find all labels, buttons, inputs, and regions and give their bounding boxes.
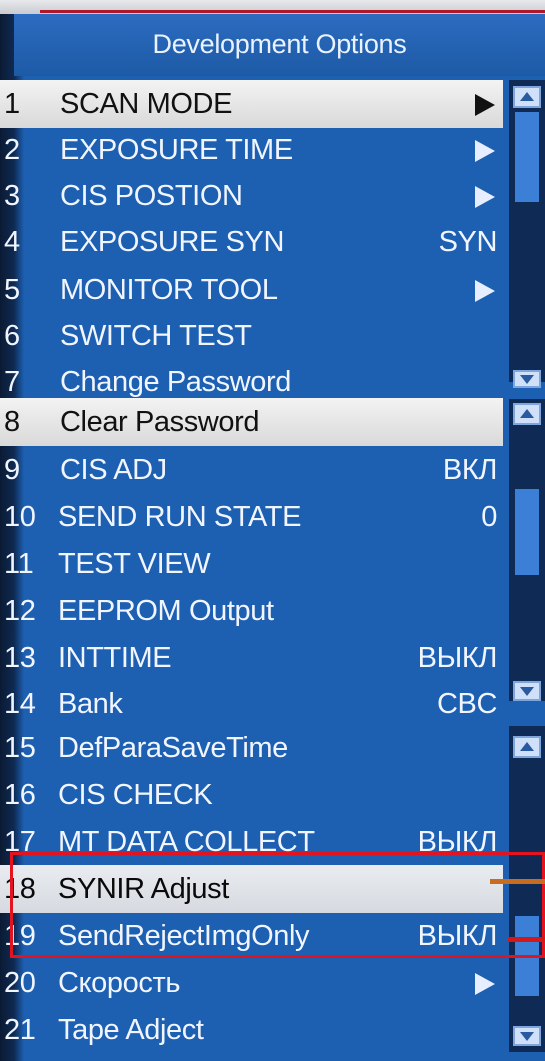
menu-item-label: SWITCH TEST: [60, 320, 252, 352]
menu-item-6[interactable]: 6 SWITCH TEST: [0, 312, 503, 360]
menu-item-label: Clear Password: [60, 406, 260, 438]
scroll-down-button[interactable]: [513, 370, 541, 388]
menu-item-number: 8: [4, 406, 20, 438]
menu-item-18[interactable]: 18 SYNIR Adjust: [0, 865, 503, 913]
menu-item-number: 11: [4, 548, 34, 580]
menu-item-label: TEST VIEW: [58, 548, 211, 580]
scroll-down-button[interactable]: [513, 681, 541, 701]
menu-item-label: INTTIME: [58, 642, 172, 674]
menu-item-number: 19: [4, 920, 36, 952]
menu-item-number: 2: [4, 134, 20, 166]
scroll-up-button[interactable]: [513, 736, 541, 758]
arrow-down-icon: [520, 687, 534, 696]
arrow-up-icon: [520, 742, 534, 751]
arrow-down-icon: [520, 375, 534, 384]
menu-item-15[interactable]: 15 DefParaSaveTime: [0, 724, 503, 772]
menu-item-number: 12: [4, 595, 36, 627]
menu-item-number: 3: [4, 180, 20, 212]
menu-item-label: MONITOR TOOL: [60, 274, 278, 306]
menu-item-number: 15: [4, 732, 36, 764]
menu-item-label: CIS ADJ: [60, 454, 167, 486]
menu-item-label: MT DATA COLLECT: [58, 826, 315, 858]
submenu-arrow-icon: [475, 973, 495, 995]
scroll-down-button[interactable]: [513, 1026, 541, 1046]
menu-item-8[interactable]: 8 Clear Password: [0, 398, 503, 446]
menu-item-number: 18: [4, 873, 36, 905]
menu-item-4[interactable]: 4 EXPOSURE SYN SYN: [0, 218, 503, 266]
submenu-arrow-icon: [475, 94, 495, 116]
menu-item-number: 4: [4, 226, 20, 258]
menu-item-number: 14: [4, 688, 36, 720]
menu-item-label: Скорость: [58, 967, 181, 999]
menu-item-12[interactable]: 12 EEPROM Output: [0, 587, 503, 635]
menu-item-value: CBC: [436, 688, 497, 720]
scroll-up-button[interactable]: [513, 403, 541, 425]
menu-item-3[interactable]: 3 CIS POSTION: [0, 172, 503, 220]
menu-item-label: CIS POSTION: [60, 180, 243, 212]
menu-item-value: ВЫКЛ: [417, 920, 498, 952]
arrow-up-icon: [520, 409, 534, 418]
menu-item-number: 10: [4, 501, 36, 533]
menu-item-number: 9: [4, 454, 20, 486]
menu-item-label: SendRejectImgOnly: [58, 920, 310, 952]
menu-item-19[interactable]: 19 SendRejectImgOnly ВЫКЛ: [0, 912, 503, 960]
scroll-thumb[interactable]: [515, 916, 539, 996]
submenu-arrow-icon: [475, 140, 495, 162]
menu-item-label: DefParaSaveTime: [58, 732, 288, 764]
menu-item-label: SCAN MODE: [60, 88, 233, 120]
screen-bezel: [0, 0, 545, 14]
scroll-thumb[interactable]: [515, 489, 539, 575]
arrow-up-icon: [520, 92, 534, 101]
scrollbar-page-2[interactable]: [509, 399, 545, 701]
menu-item-label: EXPOSURE TIME: [60, 134, 293, 166]
scrollbar-page-1[interactable]: [509, 80, 545, 388]
menu-item-21[interactable]: 21 Tape Adject: [0, 1006, 503, 1054]
menu-item-number: 13: [4, 642, 36, 674]
menu-item-20[interactable]: 20 Скорость: [0, 959, 503, 1007]
menu-item-17[interactable]: 17 MT DATA COLLECT ВЫКЛ: [0, 818, 503, 866]
menu-item-number: 1: [4, 88, 20, 120]
menu-item-number: 6: [4, 320, 20, 352]
device-screen: Development Options 1 SCAN MODE 2 EXPOSURE …: [0, 0, 545, 1061]
menu-item-number: 16: [4, 779, 36, 811]
menu-item-5[interactable]: 5 MONITOR TOOL: [0, 266, 503, 314]
menu-item-label: Tape Adject: [58, 1014, 204, 1046]
menu-item-1[interactable]: 1 SCAN MODE: [0, 80, 503, 128]
menu-item-value: ВКЛ: [442, 454, 497, 486]
menu-item-label: EEPROM Output: [58, 595, 274, 627]
arrow-down-icon: [520, 1032, 534, 1041]
annotation-pointer-1: [490, 879, 545, 884]
menu-item-2[interactable]: 2 EXPOSURE TIME: [0, 126, 503, 174]
menu-item-value: ВЫКЛ: [417, 826, 498, 858]
menu-item-14[interactable]: 14 Bank CBC: [0, 680, 503, 728]
menu-item-11[interactable]: 11 TEST VIEW: [0, 540, 503, 588]
menu-item-number: 21: [4, 1014, 36, 1046]
menu-item-label: EXPOSURE SYN: [60, 226, 285, 258]
menu-item-label: SYNIR Adjust: [58, 873, 229, 905]
menu-item-9[interactable]: 9 CIS ADJ ВКЛ: [0, 446, 503, 494]
page-title: Development Options: [14, 14, 545, 76]
menu-item-label: SEND RUN STATE: [58, 501, 302, 533]
menu-item-number: 5: [4, 274, 20, 306]
annotation-pointer-2: [508, 937, 545, 942]
submenu-arrow-icon: [475, 186, 495, 208]
menu-item-16[interactable]: 16 CIS CHECK: [0, 771, 503, 819]
scrollbar-page-3[interactable]: [509, 726, 545, 1052]
submenu-arrow-icon: [475, 280, 495, 302]
menu-item-value: ВЫКЛ: [417, 642, 498, 674]
menu-item-label: Bank: [58, 688, 123, 720]
menu-item-number: 17: [4, 826, 36, 858]
scroll-thumb[interactable]: [515, 112, 539, 202]
menu-item-value: 0: [481, 501, 497, 533]
menu-item-10[interactable]: 10 SEND RUN STATE 0: [0, 493, 503, 541]
menu-item-number: 20: [4, 967, 36, 999]
menu-item-value: SYN: [438, 226, 498, 258]
menu-item-13[interactable]: 13 INTTIME ВЫКЛ: [0, 634, 503, 682]
menu-item-label: CIS CHECK: [58, 779, 213, 811]
scroll-up-button[interactable]: [513, 86, 541, 108]
